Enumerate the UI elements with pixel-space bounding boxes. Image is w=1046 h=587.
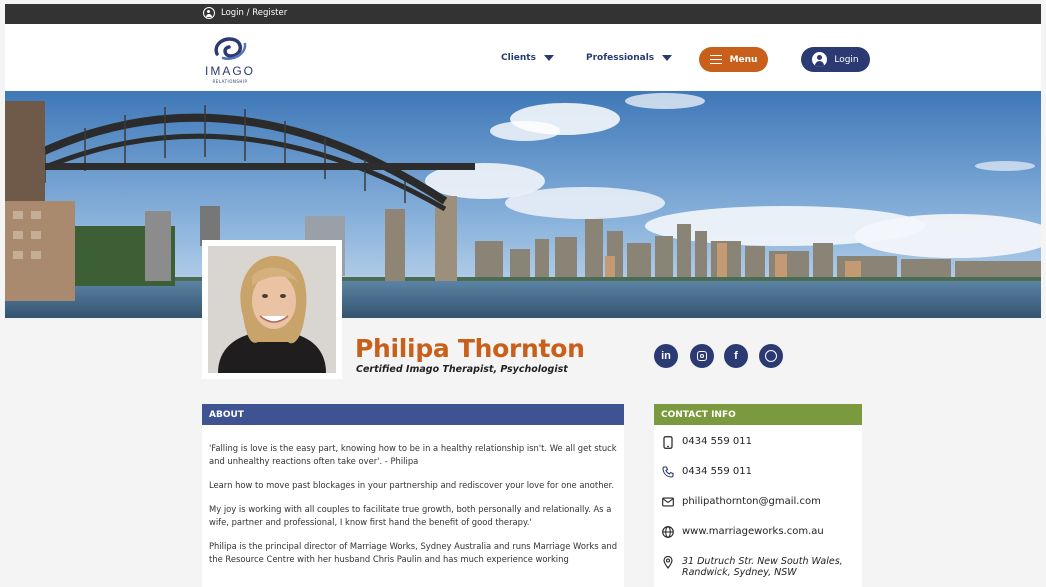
imago-logo[interactable]: IMAGO RELATIONSHIP [195, 34, 265, 86]
nav-clients[interactable]: Clients [501, 53, 554, 63]
nav-professionals-label: Professionals [586, 53, 655, 63]
about-paragraph: Philipa is the principal director of Mar… [209, 541, 618, 564]
about-paragraph: My joy is working with all couples to fa… [209, 504, 612, 527]
menu-button[interactable]: Menu [699, 47, 768, 72]
contact-phone[interactable]: 0434 559 011 [662, 466, 752, 478]
harbour-bridge-photo [5, 91, 1041, 318]
chevron-down-icon [543, 55, 554, 61]
profile-name: Philipa Thornton [355, 334, 585, 363]
about-paragraph: Learn how to move past blockages in your… [209, 480, 615, 490]
facebook-icon[interactable]: f [724, 344, 748, 368]
nav-clients-label: Clients [501, 53, 536, 63]
login-register-link[interactable]: Login / Register [203, 7, 287, 19]
login-register-label: Login / Register [221, 8, 288, 18]
instagram-icon[interactable] [690, 344, 714, 368]
whatsapp-icon[interactable] [759, 344, 783, 368]
contact-info-panel: 0434 559 011 0434 559 011 philipathornto… [654, 425, 862, 587]
contact-info-heading: CONTACT INFO [654, 404, 862, 425]
about-panel: 'Falling is love is the easy part, knowi… [202, 425, 624, 587]
user-icon [203, 7, 215, 19]
top-bar: Login / Register [5, 4, 1041, 24]
imago-swirl-icon [214, 37, 247, 60]
contact-phone-value: 0434 559 011 [682, 466, 752, 477]
menu-button-label: Menu [729, 54, 758, 65]
contact-website-value: www.marriageworks.com.au [682, 526, 824, 537]
login-button-label: Login [834, 54, 859, 65]
contact-address-value: 31 Dutruch Str. New South Wales, Randwic… [682, 556, 843, 578]
about-paragraph: 'Falling is love is the easy part, knowi… [209, 443, 617, 466]
logo-wordmark: IMAGO [204, 64, 255, 78]
login-button[interactable]: Login [801, 47, 870, 72]
globe-icon [662, 526, 674, 538]
hamburger-icon [709, 55, 722, 64]
about-heading: ABOUT [202, 404, 624, 425]
chevron-down-icon [662, 55, 673, 61]
user-avatar-icon [812, 52, 828, 67]
profile-title: Certified Imago Therapist, Psychologist [356, 364, 568, 375]
logo-subtitle: RELATIONSHIP [212, 79, 248, 84]
nav-professionals[interactable]: Professionals [586, 53, 673, 63]
mail-icon [662, 496, 674, 508]
contact-website[interactable]: www.marriageworks.com.au [662, 526, 824, 538]
contact-email-value: philipathornton@gmail.com [682, 496, 821, 507]
contact-mobile[interactable]: 0434 559 011 [662, 435, 752, 449]
profile-photo-frame [202, 240, 342, 379]
phone-icon [662, 466, 674, 478]
map-pin-icon [662, 555, 674, 569]
site-header: IMAGO RELATIONSHIP Clients Professionals… [5, 24, 1041, 91]
linkedin-icon[interactable]: in [654, 344, 678, 368]
contact-address: 31 Dutruch Str. New South Wales, Randwic… [662, 555, 852, 578]
hero-banner-image [5, 91, 1041, 318]
contact-email[interactable]: philipathornton@gmail.com [662, 496, 821, 508]
profile-photo [208, 246, 336, 373]
contact-mobile-value: 0434 559 011 [682, 436, 752, 447]
mobile-phone-icon [662, 435, 674, 449]
